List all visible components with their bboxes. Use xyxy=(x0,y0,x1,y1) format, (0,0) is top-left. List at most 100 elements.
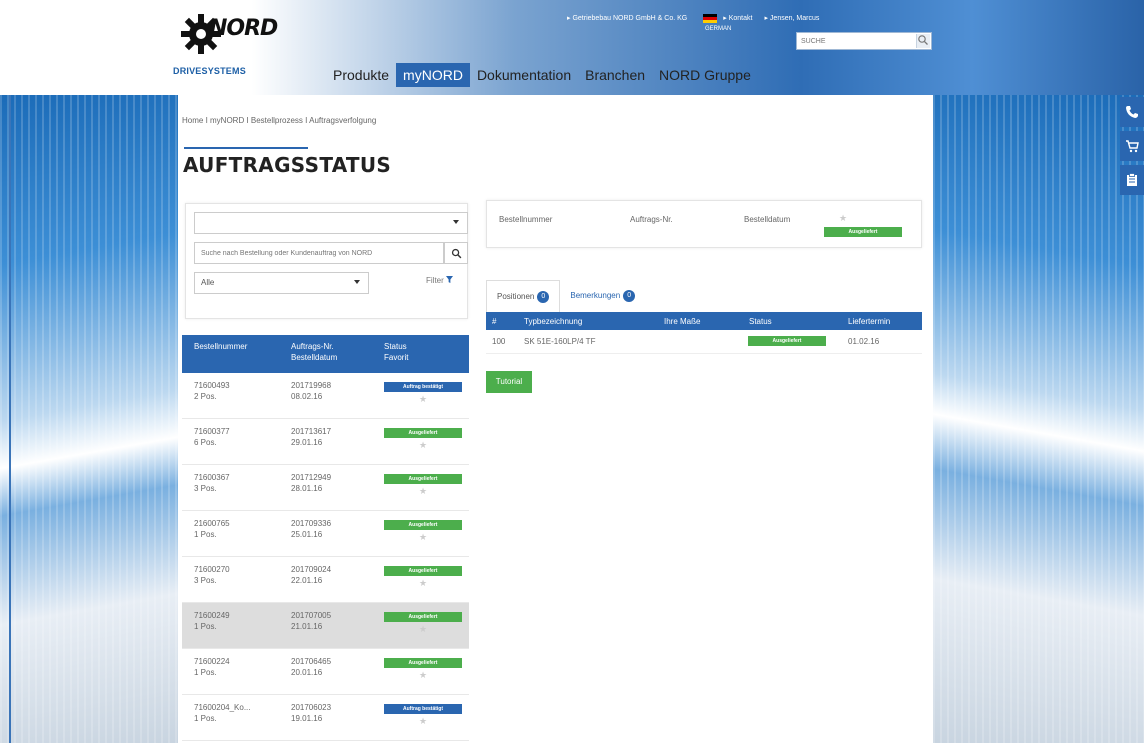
table-row[interactable]: 71600270 3 Pos. 201709024 22.01.16 Ausgelief… xyxy=(182,557,469,603)
logo-wordmark: NORD xyxy=(209,16,278,41)
col-status[interactable]: Status xyxy=(749,317,772,326)
table-row[interactable]: 71600377 6 Pos. 201713617 29.01.16 Ausgelief… xyxy=(182,419,469,465)
auftrag-number: 201706465 xyxy=(291,657,332,666)
tab-count-badge: 0 xyxy=(623,290,636,302)
positions-table-header: # Typbezeichnung Ihre Maße Status Liefer… xyxy=(486,312,922,330)
auftrag-number: 201719968 xyxy=(291,381,332,390)
table-row[interactable]: 21600765 1 Pos. 201709336 25.01.16 Ausgelief… xyxy=(182,511,469,557)
site-search-button[interactable] xyxy=(916,34,930,48)
order-number: 71600493 xyxy=(194,381,230,390)
order-date: 28.01.16 xyxy=(291,484,323,493)
filter-toggle[interactable]: Filter xyxy=(426,276,454,285)
order-date: 21.01.16 xyxy=(291,622,323,631)
filter-dropdown[interactable] xyxy=(194,212,468,234)
favorite-star-icon[interactable]: ★ xyxy=(384,486,462,497)
user-link[interactable]: ▸ Jensen, Marcus xyxy=(764,15,825,22)
table-row[interactable]: 100 SK 51E-160LP/4 TF Ausgeliefert 01.02… xyxy=(486,330,922,354)
funnel-icon xyxy=(446,276,454,283)
nav-dokumentation[interactable]: Dokumentation xyxy=(470,63,578,87)
table-row[interactable]: 71600249 1 Pos. 201707005 21.01.16 Ausgelief… xyxy=(182,603,469,649)
side-toolbar xyxy=(1120,97,1144,199)
favorite-star-icon[interactable]: ★ xyxy=(384,394,462,405)
positions-table: # Typbezeichnung Ihre Maße Status Liefer… xyxy=(486,312,922,354)
status-badge: Ausgeliefert xyxy=(384,612,462,622)
col-number: # xyxy=(492,317,497,326)
detail-label-bestellnummer: Bestellnummer xyxy=(499,215,553,224)
nav-produkte[interactable]: Produkte xyxy=(326,63,396,87)
auftrag-number: 201712949 xyxy=(291,473,332,482)
position-count: 2 Pos. xyxy=(194,392,217,401)
status-badge: Ausgeliefert xyxy=(384,520,462,530)
order-date: 19.01.16 xyxy=(291,714,323,723)
table-row[interactable]: 71600224 1 Pos. 201706465 20.01.16 Ausgelief… xyxy=(182,649,469,695)
order-search-input[interactable] xyxy=(194,242,444,264)
tutorial-button[interactable]: Tutorial xyxy=(486,371,532,393)
detail-label-auftrag: Auftrags-Nr. xyxy=(630,215,673,224)
caret-down-icon xyxy=(453,220,459,224)
tab-positionen[interactable]: Positionen 0 xyxy=(486,280,561,312)
order-search-button[interactable] xyxy=(444,242,468,264)
nav-branchen[interactable]: Branchen xyxy=(578,63,652,87)
language-label[interactable]: GERMAN xyxy=(705,26,731,32)
status-badge: Ausgeliefert xyxy=(748,336,826,346)
auftrag-number: 201707005 xyxy=(291,611,332,620)
status-badge: Ausgeliefert xyxy=(384,474,462,484)
favorite-star-icon[interactable]: ★ xyxy=(839,213,847,224)
auftrag-number: 201706023 xyxy=(291,703,332,712)
favorite-star-icon[interactable]: ★ xyxy=(384,532,462,543)
nord-logo[interactable]: NORD DRIVESYSTEMS xyxy=(173,10,283,76)
table-row[interactable]: 71600367 3 Pos. 201712949 28.01.16 Ausgelief… xyxy=(182,465,469,511)
col-bestellnummer[interactable]: Bestellnummer xyxy=(182,341,281,373)
col-typbezeichnung[interactable]: Typbezeichnung xyxy=(524,317,582,326)
position-type: SK 51E-160LP/4 TF xyxy=(524,337,596,346)
status-select[interactable]: Alle xyxy=(194,272,369,294)
table-row[interactable]: 71600493 2 Pos. 201719968 08.02.16 Auftrag b… xyxy=(182,373,469,419)
favorite-star-icon[interactable]: ★ xyxy=(384,624,462,635)
col-status[interactable]: Status Favorit xyxy=(379,341,469,373)
detail-tabs: Positionen 0 Bemerkungen 0 xyxy=(486,280,645,312)
phone-icon xyxy=(1126,106,1138,118)
site-search xyxy=(796,32,932,50)
site-header: NORD DRIVESYSTEMS ▸ Getriebebau NORD Gmb… xyxy=(0,0,1144,95)
company-link[interactable]: ▸ Getriebebau NORD GmbH & Co. KG xyxy=(567,15,693,22)
col-auftrag[interactable]: Auftrags-Nr. Bestelldatum xyxy=(281,341,379,373)
contact-link[interactable]: ▸ Kontakt xyxy=(723,15,758,22)
favorite-star-icon[interactable]: ★ xyxy=(384,716,462,727)
order-number: 21600765 xyxy=(194,519,230,528)
site-search-input[interactable] xyxy=(797,33,911,49)
order-detail-summary: Bestellnummer Auftrags-Nr. Bestelldatum … xyxy=(486,200,922,248)
order-number: 71600367 xyxy=(194,473,230,482)
top-links: ▸ Getriebebau NORD GmbH & Co. KG ▸ Kontak… xyxy=(567,14,831,23)
col-liefertermin[interactable]: Liefertermin xyxy=(848,317,890,326)
cart-icon xyxy=(1126,140,1139,153)
phone-button[interactable] xyxy=(1120,97,1144,127)
logo-subtitle: DRIVESYSTEMS xyxy=(173,66,246,76)
cart-button[interactable] xyxy=(1120,131,1144,161)
caret-down-icon xyxy=(354,280,360,284)
order-date: 20.01.16 xyxy=(291,668,323,677)
position-count: 6 Pos. xyxy=(194,438,217,447)
window-border xyxy=(9,0,11,743)
order-number: 71600224 xyxy=(194,657,230,666)
filter-panel: Alle Filter xyxy=(185,203,468,319)
favorite-star-icon[interactable]: ★ xyxy=(384,440,462,451)
detail-label-datum: Bestelldatum xyxy=(744,215,791,224)
clipboard-button[interactable] xyxy=(1120,165,1144,195)
order-date: 08.02.16 xyxy=(291,392,323,401)
table-row[interactable]: 71600204_Ko... 1 Pos. 201706023 19.01.16 Auf… xyxy=(182,695,469,741)
search-icon xyxy=(918,35,928,45)
favorite-star-icon[interactable]: ★ xyxy=(384,578,462,589)
favorite-star-icon[interactable]: ★ xyxy=(384,670,462,681)
auftrag-number: 201713617 xyxy=(291,427,332,436)
position-count: 3 Pos. xyxy=(194,484,217,493)
order-number: 71600377 xyxy=(194,427,230,436)
nav-mynord[interactable]: myNORD xyxy=(396,63,470,87)
background-right xyxy=(933,95,1144,743)
col-ihre-masse[interactable]: Ihre Maße xyxy=(664,317,700,326)
nav-nord-gruppe[interactable]: NORD Gruppe xyxy=(652,63,758,87)
auftrag-number: 201709336 xyxy=(291,519,332,528)
breadcrumb[interactable]: Home I myNORD I Bestellprozess I Auftrag… xyxy=(182,116,376,125)
german-flag-icon[interactable] xyxy=(703,14,718,23)
tab-bemerkungen[interactable]: Bemerkungen 0 xyxy=(560,280,645,312)
auftrag-number: 201709024 xyxy=(291,565,332,574)
